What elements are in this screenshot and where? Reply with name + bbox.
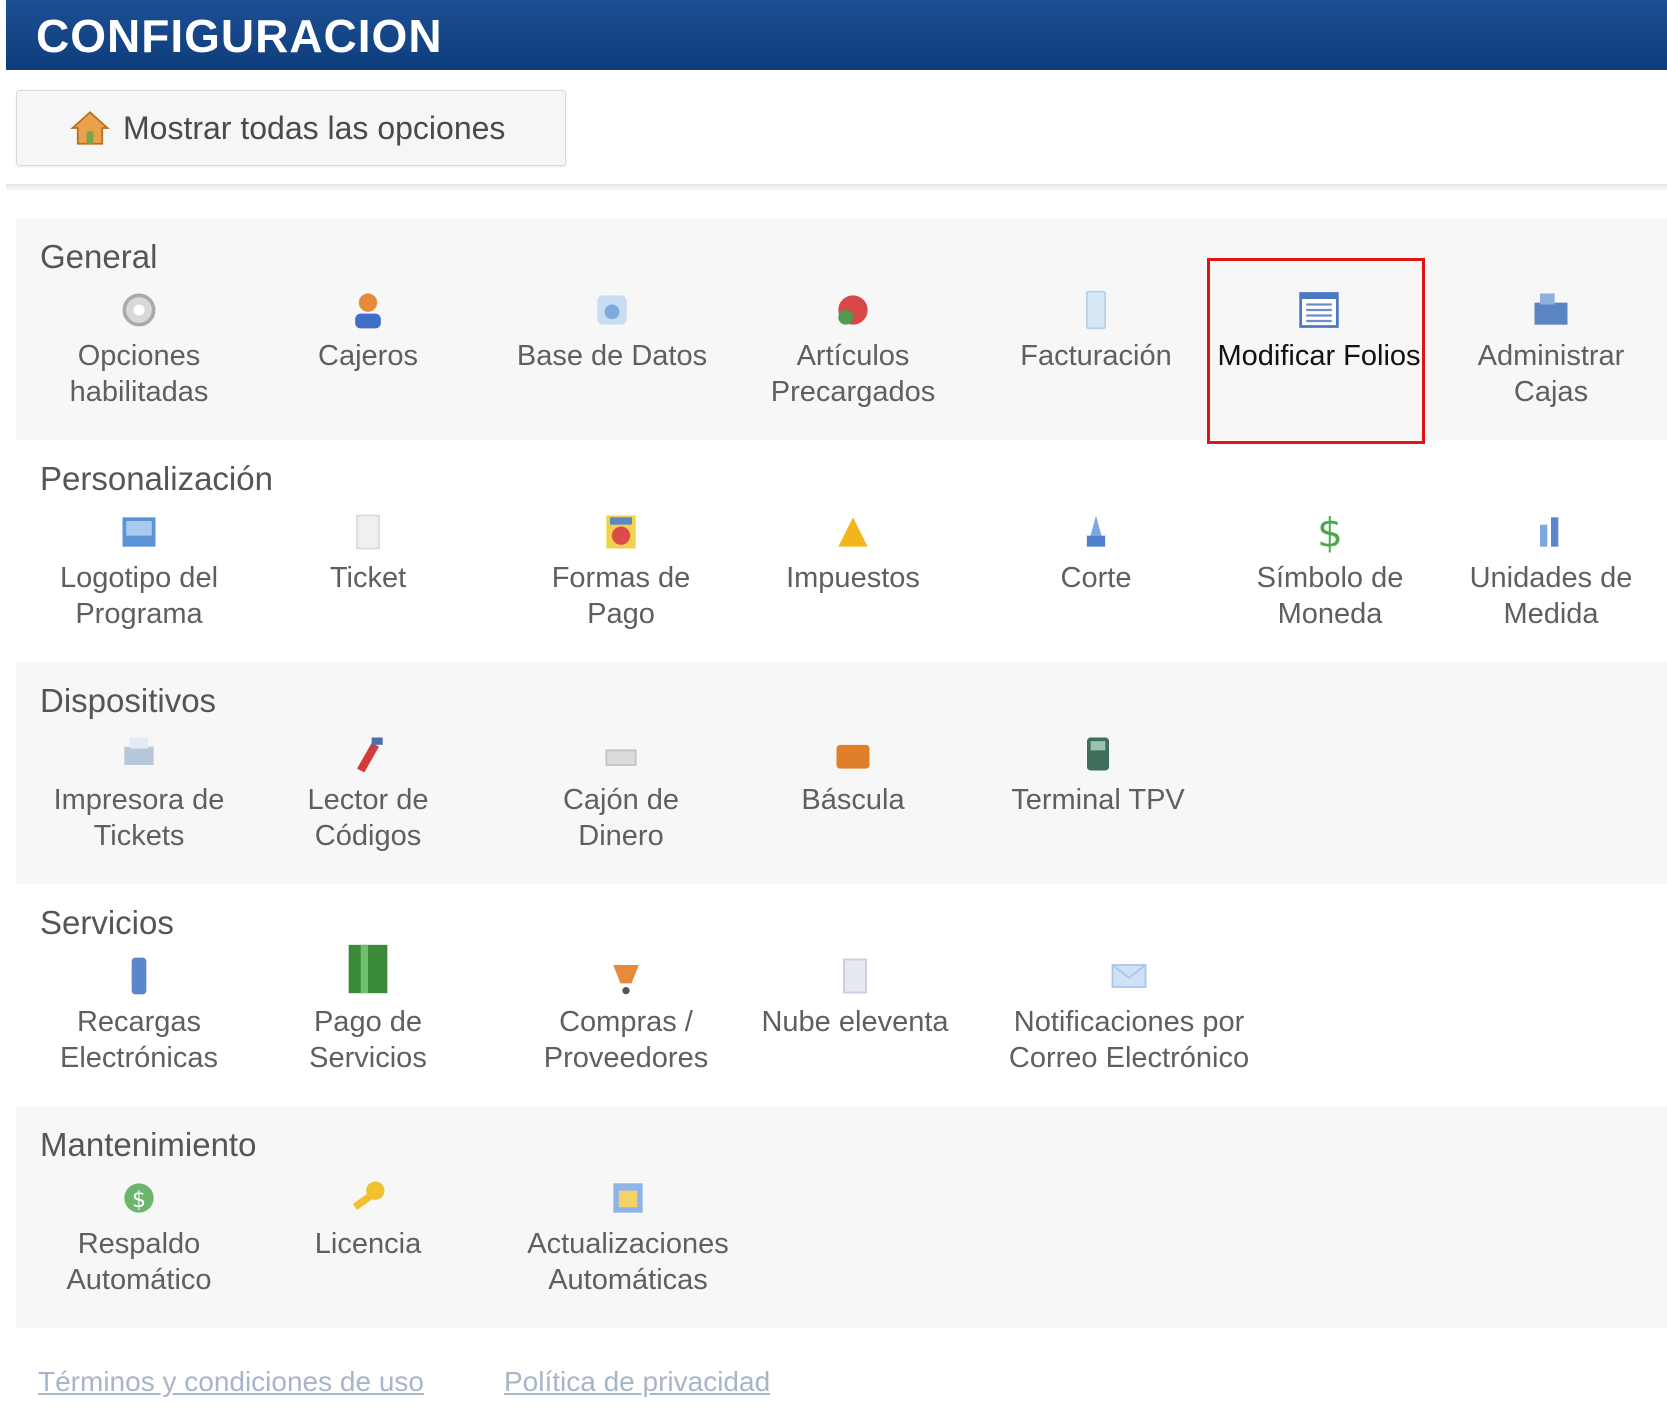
option-label: Licencia — [314, 1228, 422, 1260]
invoice-icon — [1085, 290, 1107, 330]
option-label: Nube eleventa — [761, 1006, 949, 1038]
option-label: Compras / Proveedores — [543, 1006, 709, 1074]
option-label: Lector de Códigos — [307, 784, 429, 852]
option-cajeros[interactable]: Cajeros — [278, 288, 458, 374]
payment-icon — [606, 515, 636, 549]
option-notificaciones-por-correo[interactable]: Notificaciones por Correo Electrónico — [984, 954, 1274, 1076]
svg-text:$: $ — [1317, 510, 1343, 554]
option-corte[interactable]: Corte — [996, 510, 1196, 596]
dollar-icon: $ — [1317, 510, 1343, 554]
tax-icon — [838, 517, 868, 547]
update-icon — [613, 1183, 643, 1213]
option-impresora-de-tickets[interactable]: Impresora de Tickets — [40, 732, 238, 854]
option-label: Logotipo del Programa — [59, 562, 219, 630]
option-formas-de-pago[interactable]: Formas de Pago — [526, 510, 716, 632]
option-label: Recargas Electrónicas — [60, 1006, 218, 1074]
option-label: Impuestos — [786, 562, 920, 594]
option-label: Actualizaciones Automáticas — [527, 1228, 729, 1296]
option-label: Pago de Servicios — [309, 1006, 427, 1074]
configuration-page: CONFIGURACION Mostrar todas las opciones… — [0, 0, 1667, 1412]
option-label: Báscula — [801, 784, 905, 816]
image-icon — [122, 517, 156, 547]
option-bascula[interactable]: Báscula — [758, 732, 948, 818]
option-label: Ticket — [329, 562, 407, 594]
database-icon — [597, 295, 627, 325]
option-opciones-habilitadas[interactable]: Opciones habilitadas — [40, 288, 238, 410]
option-label: Corte — [1060, 562, 1132, 594]
section-title-personalizacion: Personalización — [40, 460, 273, 497]
option-respaldo-automatico[interactable]: $ Respaldo Automático — [40, 1176, 238, 1298]
option-label: Artículos Precargados — [770, 340, 936, 408]
header-bar: CONFIGURACION — [6, 0, 1667, 70]
section-dispositivos: Dispositivos Impresora de Tickets Lector… — [16, 662, 1667, 884]
option-label: Respaldo Automático — [66, 1228, 212, 1296]
section-title-general: General — [40, 238, 158, 275]
barcode-scanner-icon — [357, 737, 383, 773]
option-label: Administrar Cajas — [1477, 340, 1625, 408]
option-label: Impresora de Tickets — [53, 784, 225, 852]
show-all-options-button[interactable]: Mostrar todas las opciones — [16, 90, 566, 166]
highlight-frame — [1207, 258, 1425, 444]
option-pago-de-servicios[interactable]: Pago de Servicios — [278, 940, 458, 1076]
terms-link[interactable]: Términos y condiciones de uso — [38, 1366, 424, 1398]
section-servicios: Servicios Recargas Electrónicas Pago de … — [16, 884, 1667, 1106]
option-impuestos[interactable]: Impuestos — [758, 510, 948, 596]
box-icon — [838, 295, 868, 325]
option-label: Formas de Pago — [551, 562, 691, 630]
option-label: Notificaciones por Correo Electrónico — [1008, 1006, 1250, 1074]
section-title-dispositivos: Dispositivos — [40, 682, 217, 719]
ticket-icon — [356, 514, 380, 550]
ruler-icon — [1540, 517, 1559, 547]
cloud-icon — [843, 958, 867, 994]
option-label: Cajón de Dinero — [562, 784, 680, 852]
svg-text:$: $ — [132, 1188, 146, 1213]
page-title: CONFIGURACION — [36, 10, 443, 62]
option-label: Cajeros — [318, 340, 418, 372]
option-lector-de-codigos[interactable]: Lector de Códigos — [278, 732, 458, 854]
section-personalizacion: Personalización Logotipo del Programa Ti… — [16, 440, 1667, 662]
option-articulos-precargados[interactable]: Artículos Precargados — [748, 288, 958, 410]
option-label: Base de Datos — [516, 340, 708, 372]
bill-icon — [348, 944, 388, 994]
option-label: Opciones habilitadas — [69, 340, 209, 408]
phone-icon — [131, 957, 147, 995]
option-compras-proveedores[interactable]: Compras / Proveedores — [526, 954, 726, 1076]
option-simbolo-de-moneda[interactable]: $ Símbolo de Moneda — [1230, 510, 1430, 632]
home-icon — [70, 111, 110, 145]
printer-icon — [124, 737, 154, 765]
pos-terminal-icon — [1087, 737, 1109, 771]
option-terminal-tpv[interactable]: Terminal TPV — [1000, 732, 1196, 818]
option-nube-eleventa[interactable]: Nube eleventa — [742, 954, 968, 1040]
scale-icon — [836, 744, 870, 769]
cash-register-icon — [1534, 293, 1568, 325]
option-unidades-de-medida[interactable]: Unidades de Medida — [1456, 510, 1646, 632]
option-recargas-electronicas[interactable]: Recargas Electrónicas — [40, 954, 238, 1076]
option-licencia[interactable]: Licencia — [278, 1176, 458, 1262]
option-base-de-datos[interactable]: Base de Datos — [502, 288, 722, 374]
section-mantenimiento: Mantenimiento $ Respaldo Automático Lice… — [16, 1106, 1667, 1328]
key-icon — [352, 1181, 385, 1210]
backup-icon: $ — [124, 1183, 154, 1213]
section-title-mantenimiento: Mantenimiento — [40, 1126, 257, 1163]
option-administrar-cajas[interactable]: Administrar Cajas — [1456, 288, 1646, 410]
option-logotipo-del-programa[interactable]: Logotipo del Programa — [40, 510, 238, 632]
option-label: Símbolo de Moneda — [1256, 562, 1404, 630]
option-actualizaciones-automaticas[interactable]: Actualizaciones Automáticas — [512, 1176, 744, 1298]
cut-icon — [1086, 515, 1106, 547]
user-icon — [355, 293, 381, 329]
cash-drawer-icon — [605, 749, 637, 766]
privacy-link[interactable]: Política de privacidad — [504, 1366, 770, 1398]
divider — [6, 184, 1667, 190]
option-ticket[interactable]: Ticket — [278, 510, 458, 596]
option-facturacion[interactable]: Facturación — [996, 288, 1196, 374]
show-all-options-label: Mostrar todas las opciones — [123, 109, 506, 146]
option-label: Unidades de Medida — [1469, 562, 1633, 630]
cart-icon — [613, 965, 639, 995]
gear-icon — [122, 293, 156, 327]
option-label: Terminal TPV — [1011, 784, 1185, 816]
option-cajon-de-dinero[interactable]: Cajón de Dinero — [526, 732, 716, 854]
option-label: Facturación — [1020, 340, 1172, 372]
section-title-servicios: Servicios — [40, 904, 174, 941]
mail-icon — [1111, 964, 1147, 988]
